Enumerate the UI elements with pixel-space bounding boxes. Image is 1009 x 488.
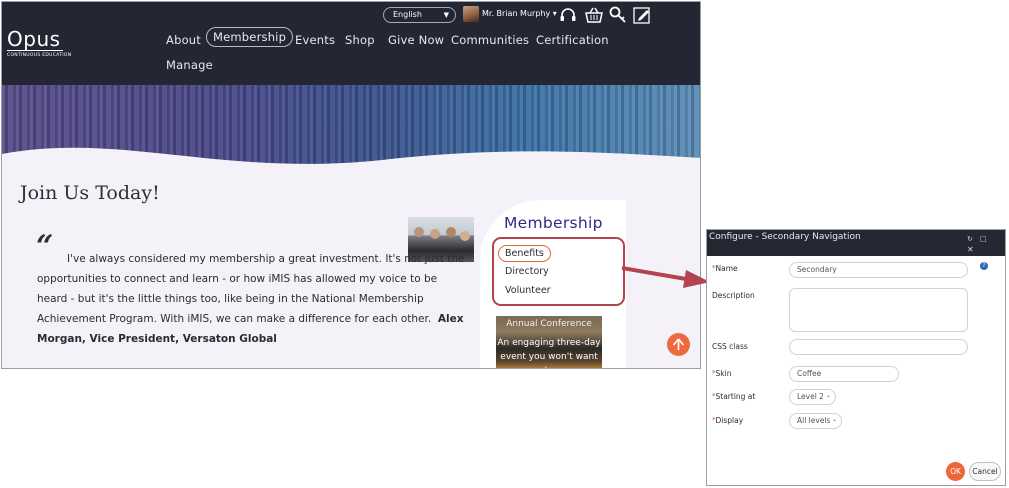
refresh-icon[interactable]: ↻: [967, 235, 973, 243]
nav-give-now[interactable]: Give Now: [388, 33, 444, 47]
nav-certification[interactable]: Certification: [536, 33, 609, 47]
avatar[interactable]: [463, 6, 479, 22]
site-header: Opus CONTINUOUS EDUCATION English ▼ Mr. …: [2, 2, 700, 85]
nav-shop[interactable]: Shop: [345, 33, 375, 47]
description-field[interactable]: [789, 288, 968, 332]
nav-events[interactable]: Events: [295, 33, 335, 47]
secondary-nav-directory[interactable]: Directory: [505, 266, 549, 277]
css-class-label: CSS class: [712, 342, 748, 351]
display-select[interactable]: All levels ⌄: [789, 413, 842, 429]
edit-icon[interactable]: [632, 5, 652, 25]
page-title: Join Us Today!: [20, 182, 160, 204]
dialog-title: Configure - Secondary Navigation: [709, 232, 861, 242]
starting-at-value: Level 2: [797, 392, 824, 401]
banner-title: Annual Conference: [506, 319, 592, 329]
chevron-down-icon: ⌄: [831, 416, 837, 423]
configure-dialog: Configure - Secondary Navigation ↻ □ ✕ *…: [706, 229, 1006, 486]
display-label: *Display: [712, 416, 744, 425]
close-icon[interactable]: ✕: [967, 245, 974, 254]
logo-subtitle: CONTINUOUS EDUCATION: [7, 53, 72, 58]
name-field[interactable]: Secondary: [789, 262, 968, 278]
nav-communities[interactable]: Communities: [451, 33, 529, 47]
basket-icon[interactable]: [584, 5, 604, 25]
key-search-icon[interactable]: [608, 5, 628, 25]
starting-at-select[interactable]: Level 2 ⌄: [789, 389, 836, 405]
user-menu[interactable]: Mr. Brian Murphy ▾: [482, 9, 557, 18]
ok-button[interactable]: OK: [946, 462, 965, 481]
conference-banner[interactable]: Annual Conference An engaging three-day …: [496, 316, 602, 368]
skin-field[interactable]: Coffee: [789, 366, 899, 382]
website-frame: Opus CONTINUOUS EDUCATION English ▼ Mr. …: [1, 1, 701, 369]
site-logo[interactable]: Opus CONTINUOUS EDUCATION: [7, 29, 71, 58]
dialog-header: Configure - Secondary Navigation ↻ □ ✕: [707, 230, 1005, 256]
css-class-field[interactable]: [789, 339, 968, 355]
testimonial-quote: I've always considered my membership a g…: [37, 249, 465, 349]
maximize-icon[interactable]: □: [980, 235, 987, 243]
description-label: Description: [712, 291, 755, 300]
nav-about[interactable]: About: [166, 33, 201, 47]
nav-manage[interactable]: Manage: [166, 58, 213, 72]
help-icon[interactable]: ?: [980, 262, 988, 270]
name-label: *Name: [712, 264, 738, 273]
language-select[interactable]: English ▼: [383, 7, 456, 23]
arrow-up-icon: [672, 338, 685, 350]
starting-at-label: *Starting at: [712, 392, 756, 401]
skin-label: *Skin: [712, 369, 732, 378]
banner-text: An engaging three-day event you won't wa…: [497, 338, 601, 368]
chevron-down-icon: ▼: [443, 11, 449, 19]
secondary-nav-benefits[interactable]: Benefits: [498, 245, 551, 262]
language-value: English: [393, 10, 422, 19]
nav-membership[interactable]: Membership: [206, 27, 294, 47]
callout-arrow: [621, 266, 710, 288]
cancel-button[interactable]: Cancel: [969, 462, 1001, 481]
display-value: All levels: [797, 416, 831, 425]
secondary-nav-title: Membership: [504, 214, 603, 232]
chevron-down-icon: ⌄: [825, 392, 831, 399]
secondary-nav-volunteer[interactable]: Volunteer: [505, 285, 551, 296]
scroll-top-button[interactable]: [667, 333, 690, 356]
logo-word: Opus: [7, 29, 71, 51]
quote-text: I've always considered my membership a g…: [37, 253, 465, 325]
headset-icon[interactable]: [558, 5, 578, 25]
